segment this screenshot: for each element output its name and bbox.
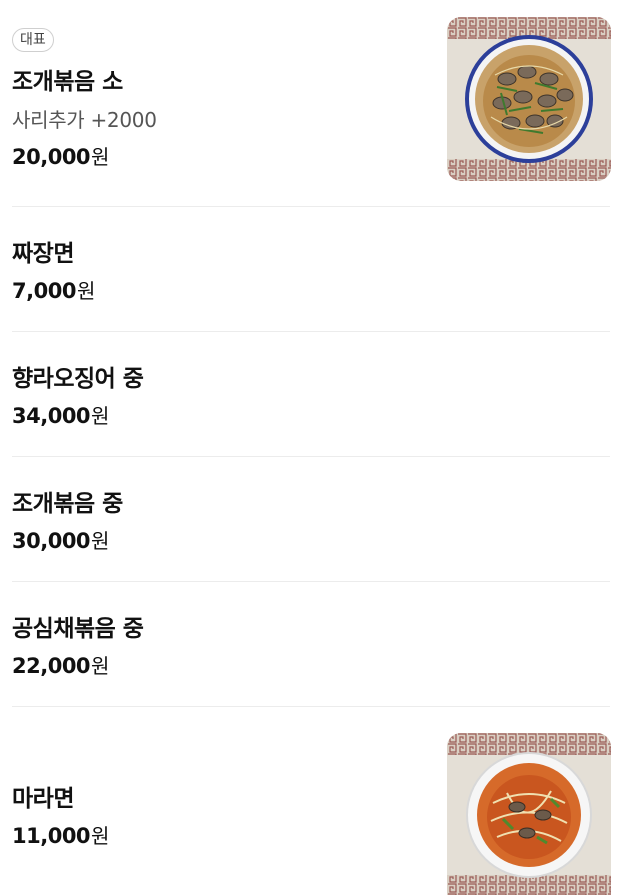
price-currency: 원 (91, 404, 110, 428)
signature-badge: 대표 (12, 28, 54, 52)
price-currency: 원 (91, 824, 110, 848)
price-amount: 7,000 (12, 279, 76, 303)
price-currency: 원 (76, 279, 96, 303)
price-amount: 22,000 (12, 654, 91, 678)
menu-item-mala-noodle[interactable]: 마라면 11,000원 (12, 707, 611, 895)
clam-noodle-photo[interactable] (447, 17, 611, 181)
menu-item-price: 22,000원 (12, 650, 109, 679)
menu-item-name: 조개볶음 중 (12, 491, 123, 517)
menu-item-name: 향라오징어 중 (12, 366, 144, 392)
menu-item-price: 7,000원 (12, 275, 95, 304)
price-currency: 원 (91, 529, 110, 553)
menu-item-name: 짜장면 (12, 241, 74, 267)
menu-item-description: 사리추가 +2000 (12, 108, 157, 132)
price-amount: 34,000 (12, 404, 91, 428)
menu-item-clam-stirfry-medium[interactable]: 조개볶음 중 30,000원 (12, 457, 610, 581)
menu-item-jjajangmyeon[interactable]: 짜장면 7,000원 (12, 207, 610, 331)
menu-item-name: 마라면 (12, 786, 74, 812)
price-amount: 11,000 (12, 824, 91, 848)
menu-item-name: 공심채볶음 중 (12, 616, 144, 642)
price-amount: 20,000 (12, 145, 91, 169)
mala-noodle-photo[interactable] (447, 733, 611, 895)
menu-item-name: 조개볶음 소 (12, 69, 123, 95)
menu-item-price: 34,000원 (12, 400, 109, 429)
menu-item-price: 11,000원 (12, 820, 109, 849)
menu-item-spicy-squid-medium[interactable]: 향라오징어 중 34,000원 (12, 332, 610, 456)
menu-list: 대표 조개볶음 소 사리추가 +2000 20,000원 짜장면 7,000원 … (0, 0, 635, 895)
menu-item-morning-glory-stirfry-medium[interactable]: 공심채볶음 중 22,000원 (12, 582, 610, 706)
price-currency: 원 (91, 145, 110, 169)
menu-item-price: 30,000원 (12, 525, 109, 554)
menu-item-clam-stirfry-small[interactable]: 대표 조개볶음 소 사리추가 +2000 20,000원 (12, 0, 611, 205)
price-currency: 원 (91, 654, 110, 678)
price-amount: 30,000 (12, 529, 91, 553)
menu-item-price: 20,000원 (12, 141, 109, 170)
